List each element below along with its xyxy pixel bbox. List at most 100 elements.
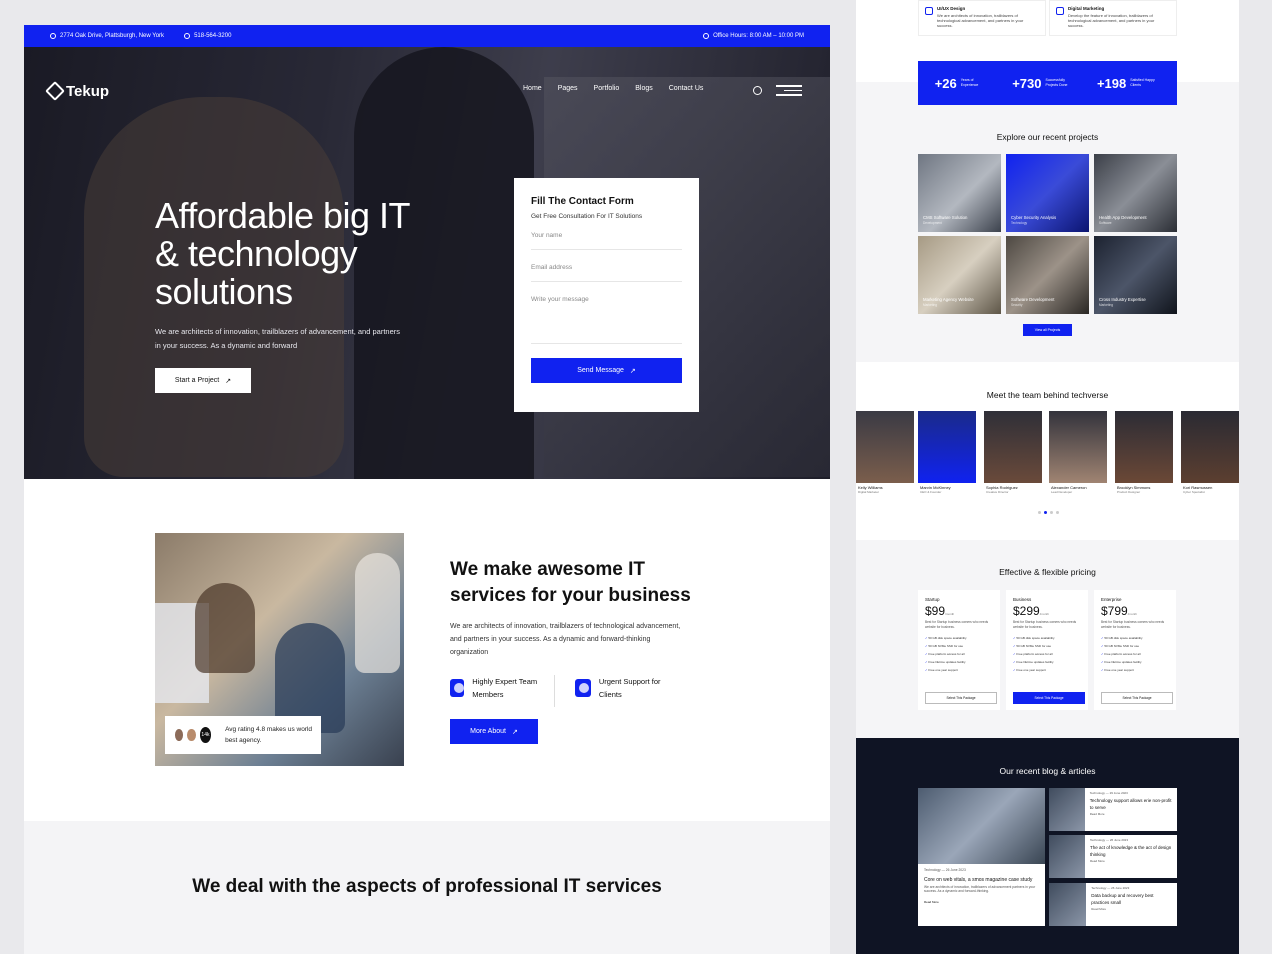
feature-urgent-support: Urgent Support for Clients — [575, 675, 675, 701]
member-name: Sophia Rodriguez — [986, 485, 1018, 490]
team-member-card[interactable]: Sophia Rodriguez Creative Director — [984, 411, 1042, 500]
blog-card[interactable]: Technology — 26 June 2023 The act of know… — [1049, 835, 1177, 878]
nav-pages[interactable]: Pages — [558, 85, 578, 92]
nav-home[interactable]: Home — [523, 85, 542, 92]
plan-feature: Free platform access for all — [925, 650, 993, 658]
team-member-card[interactable]: Alexander Cameron Lead Developer — [1049, 411, 1107, 500]
team-member-card[interactable]: Kori Rasmussen Cyber Specialist — [1181, 411, 1239, 500]
member-name: Marvin McKinney — [920, 485, 951, 490]
plan-feature: 50 GB disk space availability — [925, 634, 993, 642]
select-package-button[interactable]: Select This Package — [925, 692, 997, 704]
blog-heading: Core on web vitals, a smos magazine case… — [924, 877, 1033, 883]
about-text: We are architects of innovation, trailbl… — [450, 623, 681, 656]
blog-photo — [1049, 788, 1085, 831]
view-all-projects-button[interactable]: View all Projects — [1023, 324, 1072, 336]
carousel-dots[interactable] — [1038, 511, 1059, 514]
project-card[interactable]: Health App Development Software — [1094, 154, 1177, 232]
about-team-photo: 14k Avg rating 4.8 makes us world best a… — [155, 533, 404, 766]
blog-meta: Technology — 29 June 2023 — [1089, 791, 1128, 795]
team-member-card[interactable]: Marvin McKinney CEO & Founder — [918, 411, 976, 500]
plan-feature: Free lifetime updates facility — [1101, 658, 1169, 666]
blog-card[interactable]: Technology — 26 June 2023 Data backup and… — [1049, 883, 1177, 926]
arrow-up-right-icon: ↗ — [225, 377, 232, 385]
blog-heading: Technology support allows erie non-profi… — [1089, 798, 1172, 810]
start-project-label: Start a Project — [174, 377, 220, 384]
nav-portfolio[interactable]: Portfolio — [594, 85, 620, 92]
plan-period: /month — [1039, 612, 1049, 616]
team-icon — [450, 679, 465, 697]
project-card[interactable]: Software Development Security — [1006, 236, 1089, 314]
plan-feature: 50 GB NVMe SSD for use — [1013, 642, 1081, 650]
blog-title: Our recent blog & articles — [999, 766, 1096, 776]
design-icon — [925, 7, 933, 15]
form-subtitle: Get Free Consultation For IT Solutions — [531, 213, 643, 220]
stat-value: +198 — [1096, 75, 1127, 91]
photo-person-1 — [195, 583, 255, 673]
nav-contact[interactable]: Contact Us — [669, 85, 704, 92]
project-card[interactable]: Cross Industry Expertise Marketing — [1094, 236, 1177, 314]
plan-feature: 50 GB NVMe SSD for use — [925, 642, 993, 650]
service-card-uiux[interactable]: UI/UX Design We are architects of innovat… — [918, 0, 1046, 36]
blog-meta: Technology — 26 June 2023 — [1089, 838, 1128, 842]
feature-divider — [554, 675, 555, 707]
address-text: 2774 Oak Drive, Plattsburgh, New York — [60, 33, 165, 39]
search-icon[interactable] — [753, 86, 762, 95]
hours-text: Office Hours: 8:00 AM – 10:00 PM — [713, 33, 804, 39]
select-package-button[interactable]: Select This Package — [1101, 692, 1173, 704]
plan-feature: Free platform access for all — [1101, 650, 1169, 658]
team-title: Meet the team behind techverse — [986, 390, 1109, 400]
plan-price: $799 — [1101, 604, 1128, 618]
logo[interactable]: Tekup — [45, 81, 109, 101]
service-text: We are architects of innovation, trailbl… — [937, 13, 1024, 28]
plan-name: Enterprise — [1101, 597, 1122, 602]
project-card[interactable]: CMS Software Solution Development — [918, 154, 1001, 232]
menu-icon[interactable] — [776, 85, 802, 99]
main-page-preview: 2774 Oak Drive, Plattsburgh, New York 51… — [24, 25, 830, 954]
stat-years: +26 Years of Experience — [935, 76, 991, 91]
more-about-button[interactable]: More About ↗ — [450, 719, 538, 744]
form-title: Fill The Contact Form — [531, 196, 634, 207]
send-message-button[interactable]: Send Message ↗ — [531, 358, 682, 383]
featured-blog-card[interactable]: Technology — 26 June 2023 Core on web vi… — [918, 788, 1045, 926]
member-photo — [984, 411, 1042, 483]
team-member-card[interactable]: Kelly Williams Digital Marketer — [856, 411, 914, 500]
plan-name: Startup — [925, 597, 940, 602]
pricing-card-startup: Startup $99/month Best for Startup busin… — [918, 590, 1000, 710]
read-more-link[interactable]: Read More — [918, 897, 1045, 907]
plan-feature: Free one year support — [1101, 666, 1169, 674]
pricing-title: Effective & flexible pricing — [999, 567, 1096, 577]
member-name: Kori Rasmussen — [1183, 485, 1213, 490]
member-photo — [856, 411, 914, 483]
message-field[interactable]: Write your message — [531, 296, 682, 344]
plan-feature: Free lifetime updates facility — [1013, 658, 1081, 666]
blog-heading: The act of knowledge & the act of design… — [1089, 845, 1172, 857]
blog-excerpt: We are architects of innovation, trailbl… — [924, 885, 1036, 893]
blog-photo — [1049, 883, 1087, 926]
read-more-link[interactable]: Read More — [1090, 812, 1105, 816]
team-member-card[interactable]: Brooklyn Simmons Product Designer — [1115, 411, 1173, 500]
logo-icon — [45, 81, 65, 101]
hero-text: We are architects of innovation, trailbl… — [155, 327, 400, 350]
nav-blogs[interactable]: Blogs — [635, 85, 653, 92]
service-card-marketing[interactable]: Digital Marketing Develop the feature of … — [1049, 0, 1177, 36]
avatar — [185, 727, 198, 743]
blog-meta: Technology — 26 June 2023 — [1091, 886, 1130, 890]
start-project-button[interactable]: Start a Project ↗ — [155, 368, 251, 393]
blog-card[interactable]: Technology — 29 June 2023 Technology supp… — [1049, 788, 1177, 831]
project-card[interactable]: Cyber Security Analysis Technology — [1006, 154, 1089, 232]
read-more-link[interactable]: Read More — [1091, 907, 1106, 911]
arrow-up-right-icon: ↗ — [511, 728, 518, 736]
avatar — [173, 727, 186, 743]
pricing-card-enterprise: Enterprise $799/month Best for Startup b… — [1094, 590, 1176, 710]
rating-count-badge: 14k — [197, 725, 214, 745]
plan-desc: Best for Startup business owners who nee… — [925, 620, 989, 629]
project-category: Software — [1099, 221, 1112, 225]
stat-value: +730 — [1012, 75, 1042, 91]
phone-link[interactable]: 518-564-3200 — [194, 33, 231, 39]
read-more-link[interactable]: Read More — [1090, 859, 1105, 863]
select-package-button[interactable]: Select This Package — [1013, 692, 1085, 704]
email-field[interactable]: Email address — [531, 264, 682, 282]
member-name: Brooklyn Simmons — [1117, 485, 1151, 490]
name-field[interactable]: Your name — [531, 232, 682, 250]
project-card[interactable]: Marketing Agency Website Marketing — [918, 236, 1001, 314]
